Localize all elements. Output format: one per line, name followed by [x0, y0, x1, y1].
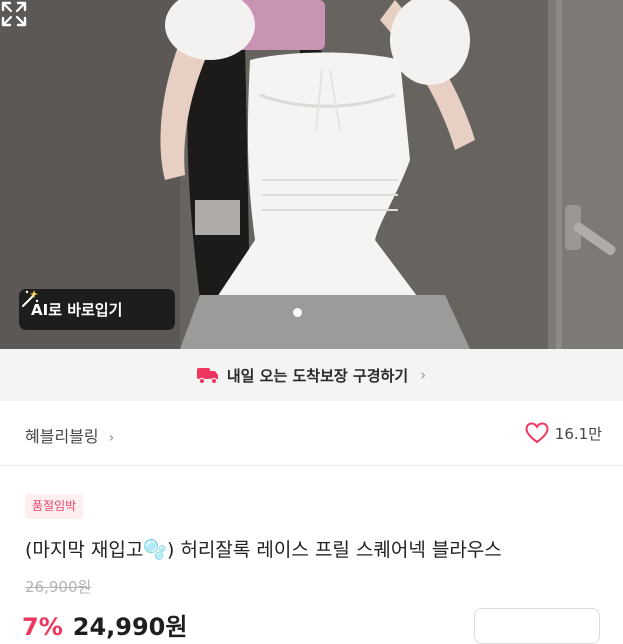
- ai-try-on-button[interactable]: AI로 바로입기: [19, 289, 175, 330]
- original-price: 26,900원: [25, 578, 92, 596]
- delivery-banner-text: 내일 오는 도착보장 구경하기: [226, 366, 409, 385]
- product-photo[interactable]: AI로 바로입기: [0, 0, 623, 349]
- brand-link[interactable]: 혜블리블링 ›: [25, 423, 114, 447]
- product-title: (마지막 재입고🫧) 허리잘록 레이스 프릴 스퀘어넥 블라우스: [25, 539, 502, 561]
- chevron-right-icon: ›: [108, 430, 115, 446]
- brand-name: 혜블리블링: [25, 427, 99, 446]
- sale-price: 24,990원: [72, 613, 188, 641]
- chevron-right-icon: ›: [420, 366, 427, 384]
- truck-icon: [196, 368, 218, 385]
- expand-icon[interactable]: [0, 0, 28, 28]
- image-pager-dot[interactable]: [293, 308, 302, 317]
- discount-rate: 7%: [22, 613, 63, 641]
- like-count: 16.1만: [554, 424, 602, 443]
- magic-wand-icon: [22, 290, 39, 307]
- ai-try-on-label: AI로 바로입기: [31, 301, 123, 319]
- status-badge: 품절임박: [25, 494, 84, 519]
- delivery-guarantee-banner[interactable]: 내일 오는 도착보장 구경하기 ›: [0, 349, 623, 401]
- brand-row: 혜블리블링 › 16.1만: [0, 401, 623, 466]
- price-row: 7% 24,990원: [22, 607, 187, 641]
- coupon-button[interactable]: [474, 608, 600, 644]
- like-button[interactable]: 16.1만: [525, 422, 602, 444]
- heart-outline-icon: [525, 422, 549, 444]
